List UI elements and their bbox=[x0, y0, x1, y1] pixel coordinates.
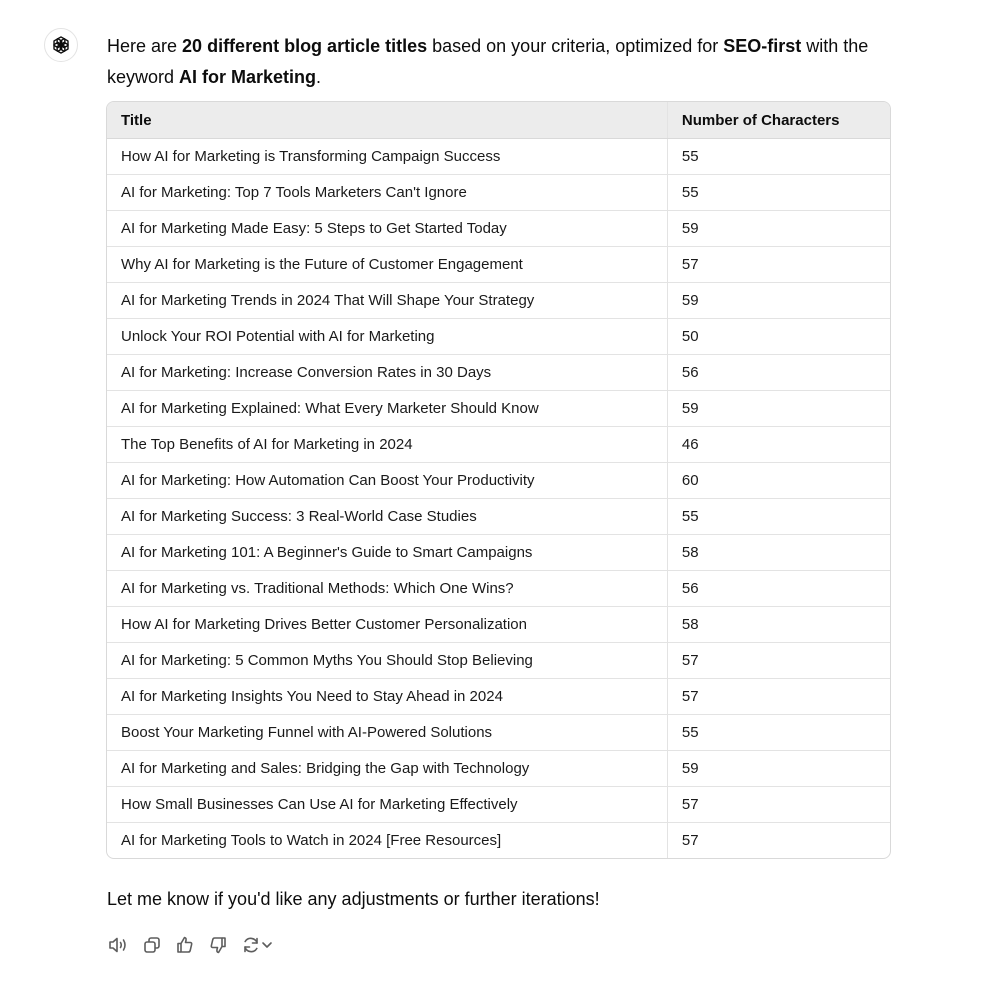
title-cell: Why AI for Marketing is the Future of Cu… bbox=[107, 246, 668, 283]
table-row: Unlock Your ROI Potential with AI for Ma… bbox=[107, 318, 890, 355]
titles-table: Title Number of Characters How AI for Ma… bbox=[106, 101, 891, 859]
good-response-button[interactable] bbox=[175, 935, 195, 955]
character-count-cell: 59 bbox=[667, 750, 890, 787]
copy-button[interactable] bbox=[142, 935, 162, 955]
title-cell: AI for Marketing Insights You Need to St… bbox=[107, 678, 668, 715]
table-row: AI for Marketing Insights You Need to St… bbox=[107, 678, 890, 715]
character-count-cell: 58 bbox=[667, 534, 890, 571]
table-row: AI for Marketing Explained: What Every M… bbox=[107, 390, 890, 427]
table-row: AI for Marketing 101: A Beginner's Guide… bbox=[107, 534, 890, 571]
table-row: AI for Marketing: Increase Conversion Ra… bbox=[107, 354, 890, 391]
character-count-cell: 56 bbox=[667, 354, 890, 391]
table-row: AI for Marketing Made Easy: 5 Steps to G… bbox=[107, 210, 890, 247]
chevron-down-icon bbox=[262, 942, 272, 948]
character-count-cell: 57 bbox=[667, 822, 890, 858]
bad-response-button[interactable] bbox=[208, 935, 228, 955]
character-count-cell: 46 bbox=[667, 426, 890, 463]
column-header-title: Title bbox=[107, 102, 668, 139]
title-cell: AI for Marketing: 5 Common Myths You Sho… bbox=[107, 642, 668, 679]
title-cell: AI for Marketing: Increase Conversion Ra… bbox=[107, 354, 668, 391]
table-row: AI for Marketing Success: 3 Real-World C… bbox=[107, 498, 890, 535]
character-count-cell: 55 bbox=[667, 174, 890, 211]
character-count-cell: 55 bbox=[667, 714, 890, 751]
regenerate-icon bbox=[244, 937, 258, 953]
message-actions bbox=[107, 934, 273, 956]
character-count-cell: 56 bbox=[667, 570, 890, 607]
character-count-cell: 55 bbox=[667, 498, 890, 535]
table-row: AI for Marketing: 5 Common Myths You Sho… bbox=[107, 642, 890, 679]
table-row: Boost Your Marketing Funnel with AI-Powe… bbox=[107, 714, 890, 751]
character-count-cell: 57 bbox=[667, 642, 890, 679]
title-cell: How Small Businesses Can Use AI for Mark… bbox=[107, 786, 668, 823]
title-cell: Boost Your Marketing Funnel with AI-Powe… bbox=[107, 714, 668, 751]
intro-bold-1: 20 different blog article titles bbox=[182, 36, 428, 56]
table-header-row: Title Number of Characters bbox=[107, 102, 890, 139]
regenerate-button[interactable] bbox=[241, 935, 273, 955]
title-cell: AI for Marketing Tools to Watch in 2024 … bbox=[107, 822, 668, 858]
character-count-cell: 50 bbox=[667, 318, 890, 355]
table-row: Why AI for Marketing is the Future of Cu… bbox=[107, 246, 890, 283]
title-cell: AI for Marketing: How Automation Can Boo… bbox=[107, 462, 668, 499]
table-row: How Small Businesses Can Use AI for Mark… bbox=[107, 786, 890, 823]
thumbs-up-icon bbox=[177, 936, 193, 953]
character-count-cell: 59 bbox=[667, 210, 890, 247]
intro-text-2: based on your criteria, optimized for bbox=[427, 36, 724, 56]
character-count-cell: 57 bbox=[667, 678, 890, 715]
character-count-cell: 55 bbox=[681, 148, 699, 165]
title-cell: AI for Marketing Success: 3 Real-World C… bbox=[107, 498, 668, 535]
assistant-avatar bbox=[44, 28, 78, 62]
title-cell: AI for Marketing vs. Traditional Methods… bbox=[107, 570, 668, 607]
character-count-cell: 58 bbox=[667, 606, 890, 643]
title-cell: AI for Marketing 101: A Beginner's Guide… bbox=[107, 534, 668, 571]
title-cell: AI for Marketing Made Easy: 5 Steps to G… bbox=[107, 210, 668, 247]
title-cell: The Top Benefits of AI for Marketing in … bbox=[107, 426, 668, 463]
table-row: The Top Benefits of AI for Marketing in … bbox=[107, 426, 890, 463]
title-cell: Unlock Your ROI Potential with AI for Ma… bbox=[107, 318, 668, 355]
copy-icon bbox=[144, 937, 160, 953]
table-row: AI for Marketing Tools to Watch in 2024 … bbox=[107, 822, 890, 858]
character-count-cell: 59 bbox=[667, 282, 890, 319]
character-count-cell: 57 bbox=[667, 786, 890, 823]
intro-bold-3: AI for Marketing bbox=[179, 67, 317, 87]
message-intro: Here are 20 different blog article title… bbox=[107, 31, 897, 93]
message-outro: Let me know if you'd like any adjustment… bbox=[107, 889, 600, 909]
table-row: How AI for Marketing Drives Better Custo… bbox=[107, 606, 890, 643]
table-row: AI for Marketing vs. Traditional Methods… bbox=[107, 570, 890, 607]
read-aloud-button[interactable] bbox=[107, 935, 129, 955]
title-cell: AI for Marketing and Sales: Bridging the… bbox=[107, 750, 668, 787]
read-aloud-icon bbox=[109, 937, 126, 953]
table-row: AI for Marketing and Sales: Bridging the… bbox=[107, 750, 890, 787]
table-row: AI for Marketing Trends in 2024 That Wil… bbox=[107, 282, 890, 319]
title-cell: How AI for Marketing Drives Better Custo… bbox=[107, 606, 668, 643]
title-cell: AI for Marketing Explained: What Every M… bbox=[107, 390, 668, 427]
title-cell: AI for Marketing Trends in 2024 That Wil… bbox=[107, 282, 668, 319]
character-count-cell: 57 bbox=[667, 246, 890, 283]
column-header-characters: Number of Characters bbox=[667, 102, 890, 139]
intro-text-1: Here are bbox=[107, 36, 183, 56]
table-row: AI for Marketing: How Automation Can Boo… bbox=[107, 462, 890, 499]
title-cell: How AI for Marketing is Transforming Cam… bbox=[107, 138, 668, 175]
thumbs-down-icon bbox=[210, 937, 226, 954]
table-row: AI for Marketing: Top 7 Tools Marketers … bbox=[107, 174, 890, 211]
intro-bold-2: SEO-first bbox=[723, 36, 802, 56]
openai-logo-icon bbox=[53, 36, 69, 54]
character-count-cell: 60 bbox=[667, 462, 890, 499]
table-row: How AI for Marketing is Transforming Cam… bbox=[107, 138, 890, 175]
intro-text-4: . bbox=[316, 67, 322, 87]
character-count-cell: 59 bbox=[667, 390, 890, 427]
title-cell: AI for Marketing: Top 7 Tools Marketers … bbox=[107, 174, 668, 211]
